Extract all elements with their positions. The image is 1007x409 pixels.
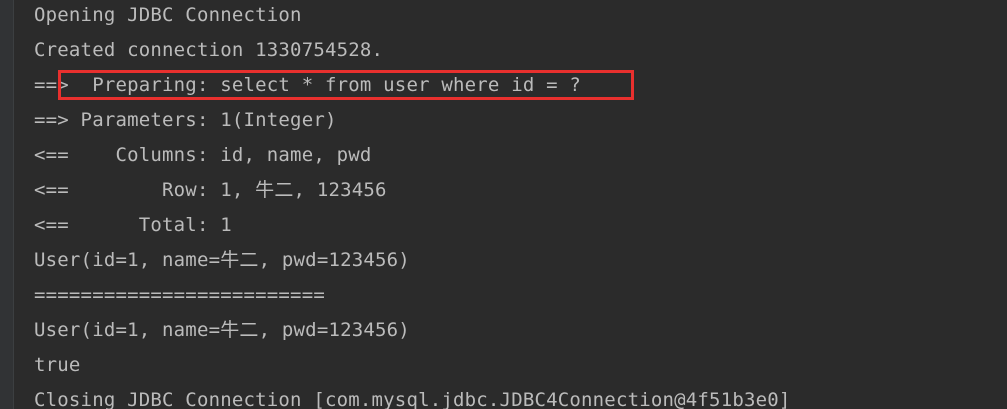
console-line: ==> Parameters: 1(Integer) — [34, 109, 337, 131]
console-output[interactable]: Opening JDBC Connection Created connecti… — [0, 0, 1007, 409]
console-line: Created connection 1330754528. — [34, 39, 384, 61]
console-gutter — [0, 0, 14, 409]
console-line: Closing JDBC Connection [com.mysql.jdbc.… — [34, 389, 791, 409]
console-line: <== Row: 1, 牛二, 123456 — [34, 179, 387, 201]
console-line: ========================= — [34, 284, 325, 306]
console-line: User(id=1, name=牛二, pwd=123456) — [34, 249, 410, 271]
console-line: Opening JDBC Connection — [34, 4, 302, 26]
console-line-preparing: ==> Preparing: select * from user where … — [34, 74, 582, 96]
console-line: true — [34, 354, 81, 376]
console-line: User(id=1, name=牛二, pwd=123456) — [34, 319, 410, 341]
console-line: <== Columns: id, name, pwd — [34, 144, 372, 166]
console-lines: Opening JDBC Connection Created connecti… — [34, 0, 1007, 409]
console-line: <== Total: 1 — [34, 214, 232, 236]
